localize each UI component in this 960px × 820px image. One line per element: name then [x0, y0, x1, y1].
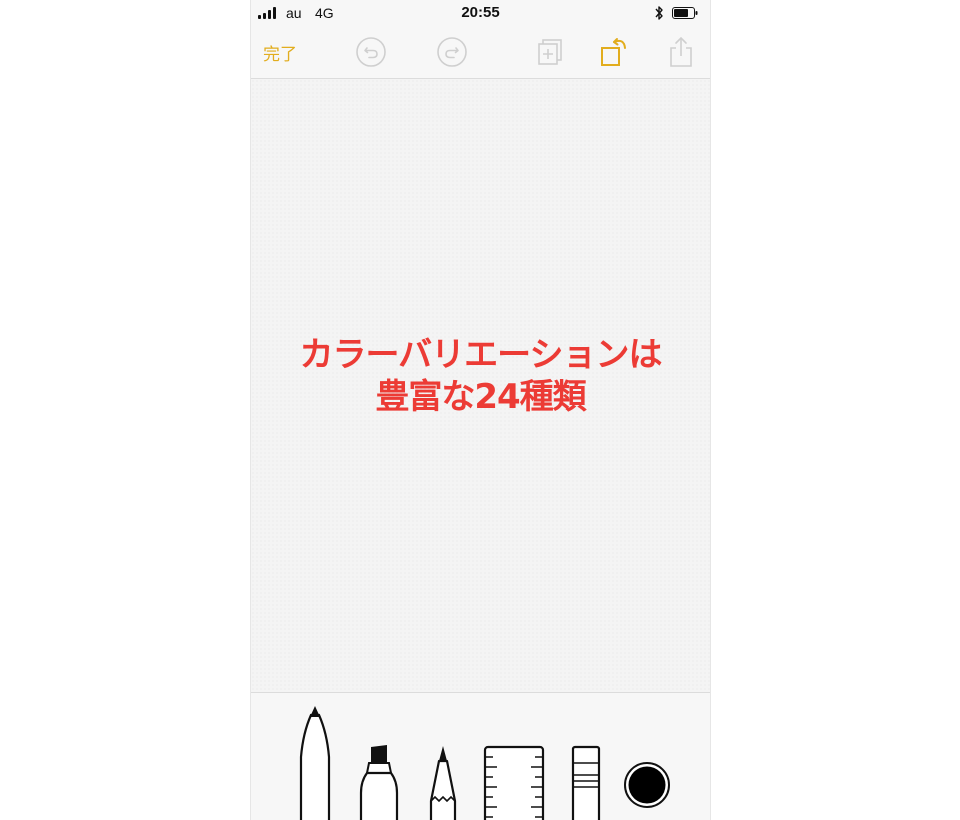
toolbar: 完了: [251, 26, 710, 79]
eraser-tool-icon[interactable]: [571, 745, 601, 820]
ruler-tool-icon[interactable]: [483, 745, 545, 820]
status-time: 20:55: [461, 4, 500, 21]
redo-icon[interactable]: [436, 36, 468, 68]
phone-screen: au 4G 20:55 完了 カラーバリエーションは 豊富な24種類: [250, 0, 711, 820]
pen-tool-icon[interactable]: [297, 705, 333, 820]
drawing-canvas[interactable]: カラーバリエーションは 豊富な24種類: [251, 79, 710, 692]
undo-icon[interactable]: [355, 36, 387, 68]
marker-tool-icon[interactable]: [359, 745, 399, 820]
done-button[interactable]: 完了: [263, 40, 297, 65]
pencil-tool-icon[interactable]: [427, 745, 459, 820]
add-page-icon[interactable]: [535, 36, 567, 68]
rotate-icon[interactable]: [600, 36, 632, 68]
share-icon[interactable]: [665, 36, 697, 68]
tools-tray: [251, 692, 710, 820]
caption-text: カラーバリエーションは 豊富な24種類: [251, 334, 710, 418]
caption-line-1: カラーバリエーションは: [299, 335, 663, 375]
battery-icon: [672, 7, 698, 19]
caption-line-2: 豊富な24種類: [375, 377, 586, 417]
bluetooth-icon: [655, 6, 663, 20]
status-bar: au 4G 20:55: [251, 0, 710, 26]
color-picker-icon[interactable]: [623, 761, 671, 809]
